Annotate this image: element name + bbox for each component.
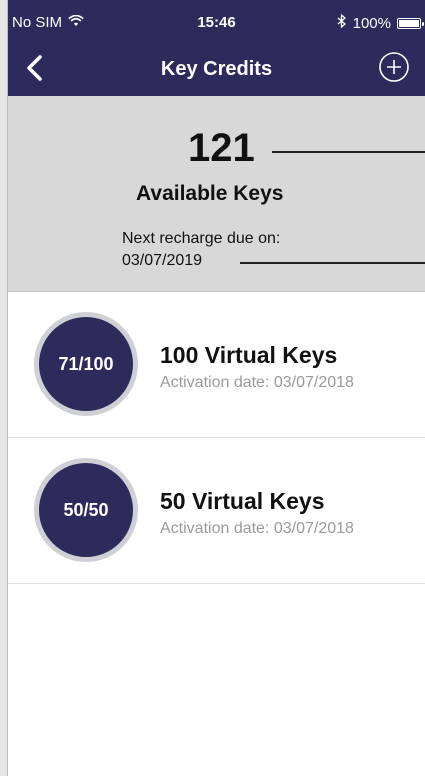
status-right-group: 100% bbox=[337, 13, 424, 32]
battery-percent: 100% bbox=[352, 14, 391, 32]
battery-icon bbox=[397, 17, 424, 29]
key-package-list: 71/100 100 Virtual Keys Activation date:… bbox=[8, 292, 425, 584]
usage-badge: 71/100 bbox=[34, 312, 138, 416]
nav-bar: Key Credits bbox=[8, 40, 425, 96]
available-keys-count: 121 bbox=[188, 126, 255, 170]
bluetooth-icon bbox=[337, 13, 347, 32]
available-keys-label: Available Keys bbox=[136, 182, 284, 205]
page-title: Key Credits bbox=[160, 58, 273, 80]
activation-date: Activation date: 03/07/2018 bbox=[160, 374, 354, 391]
recharge-label: Next recharge due on: bbox=[122, 230, 281, 247]
key-summary-panel: 121 Available Keys Next recharge due on:… bbox=[8, 96, 425, 292]
add-button[interactable] bbox=[377, 50, 411, 84]
left-edge bbox=[0, 0, 8, 776]
recharge-date: 03/07/2019 bbox=[122, 252, 203, 269]
usage-badge: 50/50 bbox=[34, 458, 138, 562]
key-package-row[interactable]: 71/100 100 Virtual Keys Activation date:… bbox=[8, 292, 425, 438]
count-divider-line bbox=[272, 151, 425, 153]
activation-date: Activation date: 03/07/2018 bbox=[160, 520, 354, 537]
app-screen: No SIM 15:46 100% Key Credits 121 Availa… bbox=[0, 0, 425, 776]
package-title: 100 Virtual Keys bbox=[160, 342, 338, 368]
recharge-divider-line bbox=[240, 262, 425, 264]
plus-circle-icon bbox=[379, 52, 409, 82]
package-title: 50 Virtual Keys bbox=[160, 488, 325, 514]
status-bar: No SIM 15:46 100% bbox=[8, 0, 425, 40]
key-package-row[interactable]: 50/50 50 Virtual Keys Activation date: 0… bbox=[8, 438, 425, 584]
